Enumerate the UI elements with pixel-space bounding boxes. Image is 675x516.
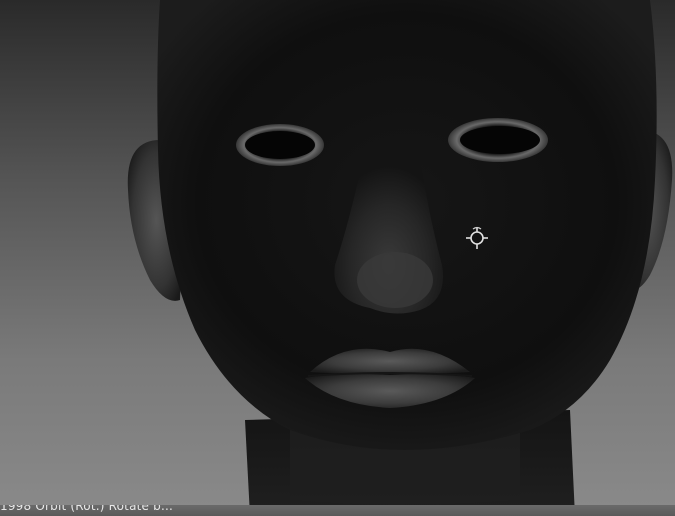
right-eye-hole (460, 126, 540, 154)
left-eye-hole (245, 131, 315, 159)
status-text: 1998 Orbit (Rot.) Rotate b... (0, 505, 174, 513)
status-bar: 1998 Orbit (Rot.) Rotate b... (0, 505, 675, 516)
head-model-render (127, 0, 673, 516)
3d-viewport[interactable]: 1998 Orbit (Rot.) Rotate b... (0, 0, 675, 516)
transform-gizmo-icon[interactable] (464, 225, 490, 251)
nose-tip (357, 252, 433, 308)
